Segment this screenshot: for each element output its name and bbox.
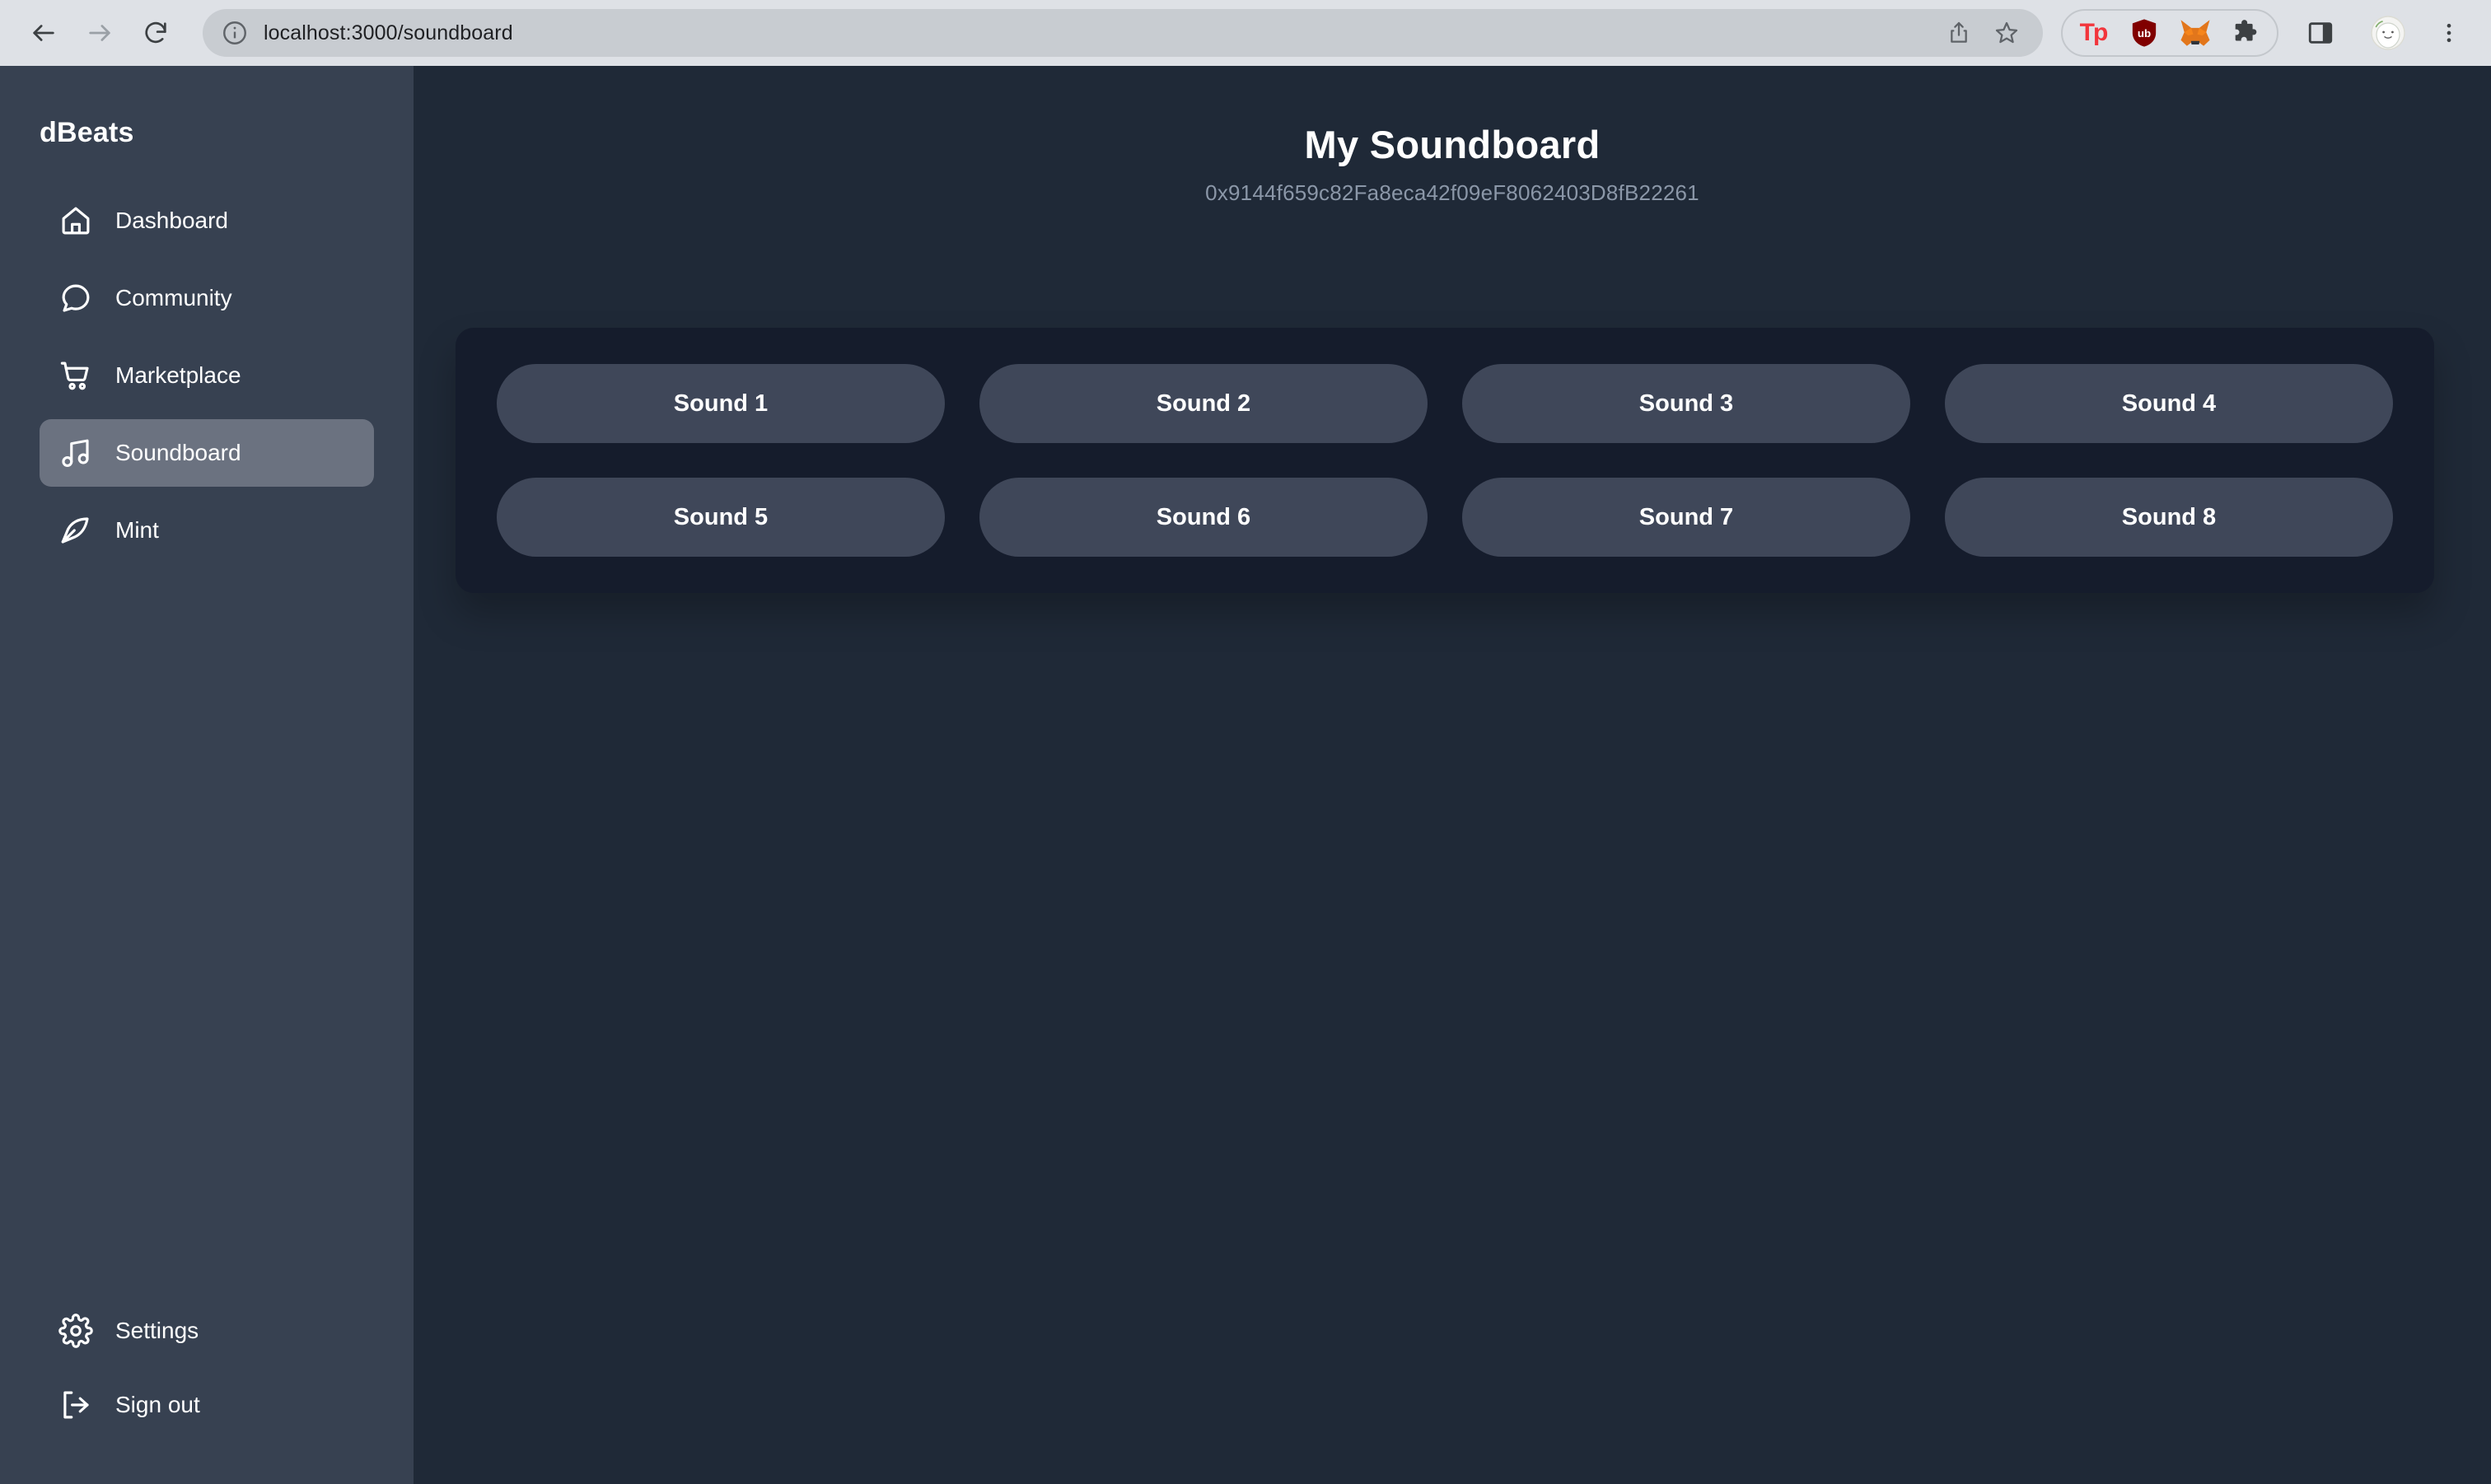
address-bar[interactable]: localhost:3000/soundboard	[203, 9, 2043, 57]
share-icon	[1951, 21, 1967, 43]
profile-button[interactable]	[2364, 9, 2412, 57]
extensions-pill: Tp ub	[2061, 9, 2278, 57]
sidebar-item-dashboard[interactable]: Dashboard	[40, 187, 374, 254]
sidebar: dBeats Dashboard Community Marketplace S…	[0, 66, 414, 1484]
sidebar-item-label: Settings	[115, 1318, 199, 1343]
sound-button-5[interactable]: Sound 5	[497, 478, 945, 557]
arrow-left-icon	[33, 25, 54, 41]
bookmark-button[interactable]	[1989, 15, 2025, 51]
svg-text:ub: ub	[2138, 27, 2151, 40]
profile-avatar-icon	[2371, 16, 2405, 50]
sidebar-item-label: Mint	[115, 517, 159, 543]
feather-pen-icon	[58, 512, 94, 548]
sidebar-item-marketplace[interactable]: Marketplace	[40, 342, 374, 409]
extensions-puzzle-button[interactable]	[2221, 9, 2272, 57]
three-dot-menu-icon	[2447, 23, 2451, 43]
sidebar-item-settings[interactable]: Settings	[40, 1313, 374, 1349]
tp-extension-button[interactable]: Tp	[2068, 9, 2119, 57]
sound-button-7[interactable]: Sound 7	[1462, 478, 1910, 557]
sidebar-item-label: Sign out	[115, 1392, 200, 1417]
browser-menu-button[interactable]	[2425, 9, 2473, 57]
info-circle-icon[interactable]	[221, 19, 249, 47]
sound-button-grid: Sound 1 Sound 2 Sound 3 Sound 4 Sound 5 …	[497, 364, 2393, 557]
url-text: localhost:3000/soundboard	[264, 21, 513, 44]
extensions-puzzle-icon	[2235, 20, 2257, 41]
sidebar-item-community[interactable]: Community	[40, 264, 374, 332]
sidebar-bottom-nav: Settings Sign out	[0, 1313, 414, 1423]
shopping-cart-icon	[58, 357, 94, 394]
sidebar-item-soundboard[interactable]: Soundboard	[40, 419, 374, 487]
back-button[interactable]	[18, 7, 69, 58]
browser-nav-buttons	[18, 7, 181, 58]
ublock-origin-extension-button[interactable]: ub	[2119, 9, 2170, 57]
share-button[interactable]	[1941, 15, 1977, 51]
wallet-address: 0x9144f659c82Fa8eca42f09eF8062403D8fB222…	[1205, 180, 1699, 205]
sidebar-item-label: Marketplace	[115, 362, 241, 388]
soundboard-panel: Sound 1 Sound 2 Sound 3 Sound 4 Sound 5 …	[456, 328, 2434, 593]
app-window: dBeats Dashboard Community Marketplace S…	[0, 66, 2491, 1484]
sound-button-2[interactable]: Sound 2	[979, 364, 1428, 443]
reload-button[interactable]	[130, 7, 181, 58]
gear-icon	[58, 1313, 94, 1349]
sidebar-nav: Dashboard Community Marketplace Soundboa…	[0, 187, 414, 564]
main-content: My Soundboard 0x9144f659c82Fa8eca42f09eF…	[414, 66, 2491, 1484]
metamask-extension-button[interactable]	[2170, 9, 2221, 57]
sidebar-item-label: Community	[115, 285, 232, 310]
sound-button-4[interactable]: Sound 4	[1945, 364, 2393, 443]
brand-logo[interactable]: dBeats	[0, 99, 414, 149]
sound-button-3[interactable]: Sound 3	[1462, 364, 1910, 443]
sidebar-item-label: Soundboard	[115, 440, 241, 465]
star-icon	[1995, 21, 2018, 44]
sidebar-item-label: Dashboard	[115, 208, 228, 233]
sound-button-1[interactable]: Sound 1	[497, 364, 945, 443]
side-panel-button[interactable]	[2297, 9, 2344, 57]
ublock-shield-icon: ub	[2132, 19, 2157, 47]
chat-bubble-icon	[58, 280, 94, 316]
music-note-icon	[58, 435, 94, 471]
omnibox-actions	[1941, 15, 2025, 51]
sound-button-8[interactable]: Sound 8	[1945, 478, 2393, 557]
sound-button-6[interactable]: Sound 6	[979, 478, 1428, 557]
arrow-right-icon	[89, 25, 110, 41]
sign-out-icon	[58, 1387, 94, 1423]
metamask-fox-icon	[2180, 20, 2210, 46]
page-title: My Soundboard	[1304, 123, 1601, 166]
sidebar-item-sign-out[interactable]: Sign out	[40, 1387, 374, 1423]
forward-button[interactable]	[74, 7, 125, 58]
sidebar-item-mint[interactable]: Mint	[40, 497, 374, 564]
reload-icon	[145, 21, 166, 44]
browser-toolbar: localhost:3000/soundboard Tp ub	[0, 0, 2491, 66]
home-icon	[58, 203, 94, 239]
side-panel-icon	[2308, 22, 2333, 44]
tp-extension-label: Tp	[2079, 19, 2109, 46]
